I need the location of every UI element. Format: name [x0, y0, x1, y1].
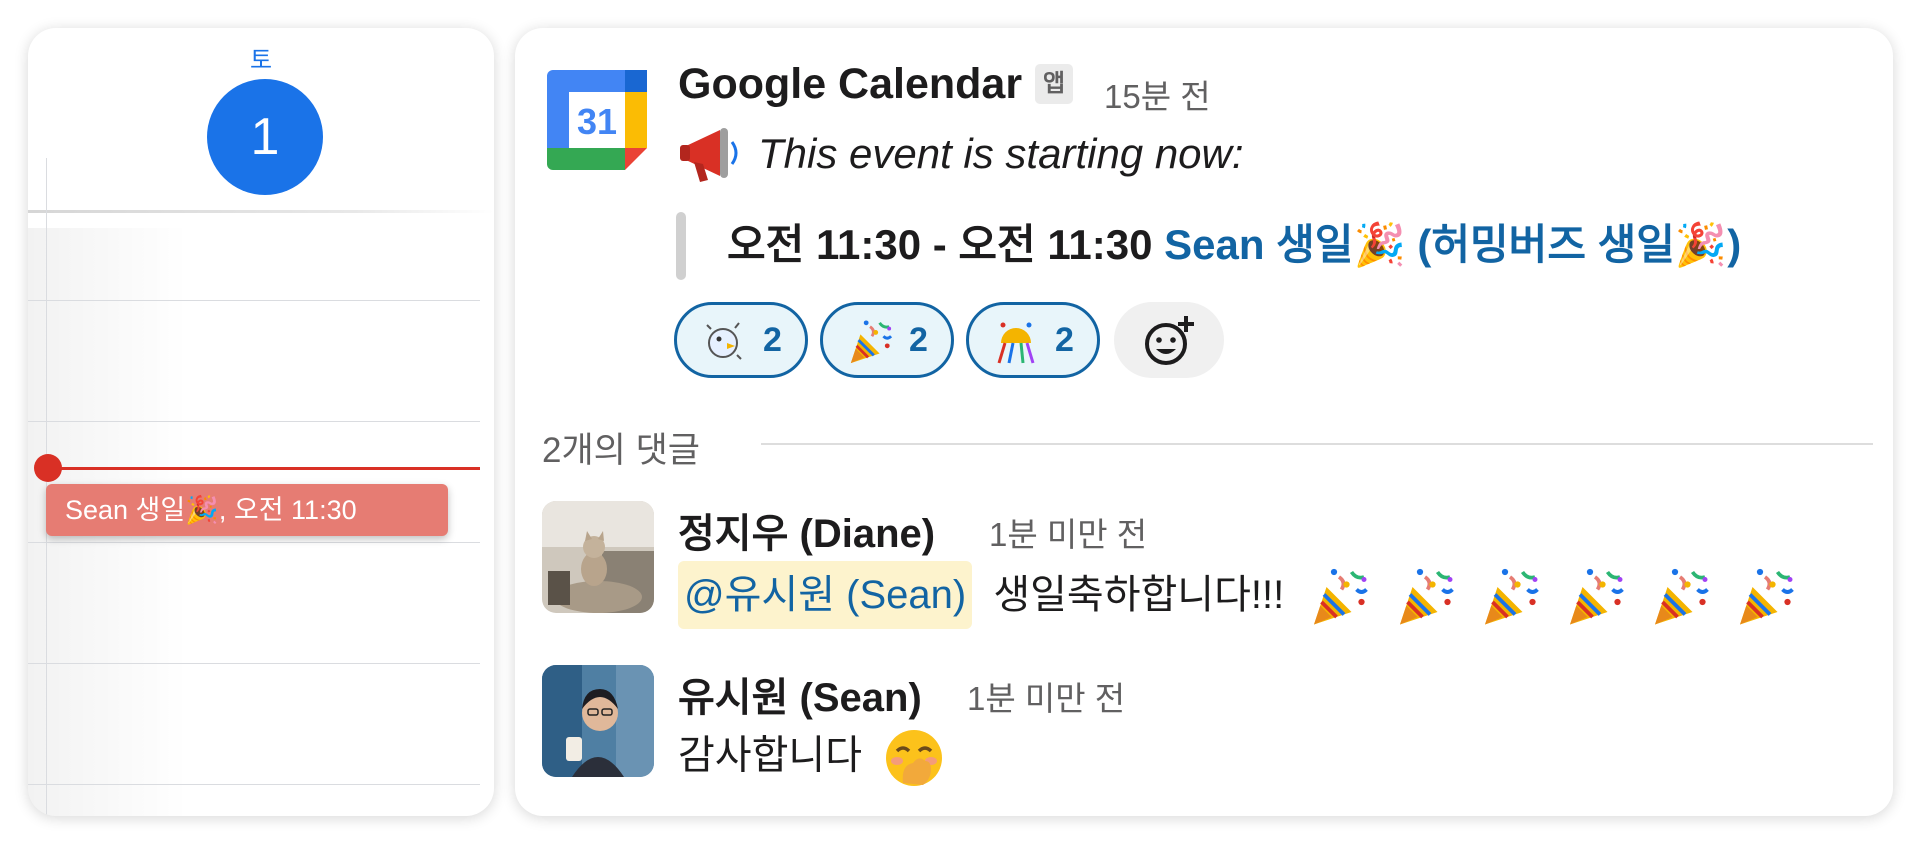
reaction-count: 2	[909, 321, 928, 359]
user-mention[interactable]: @유시원 (Sean)	[678, 561, 973, 629]
emoji-trail	[1295, 567, 1795, 627]
hand-over-mouth-icon	[886, 730, 943, 786]
hour-line	[28, 300, 480, 301]
reaction-count: 2	[763, 321, 782, 359]
event-title-link[interactable]: Sean 생일🎉 (허밍버즈 생일🎉)	[1164, 221, 1741, 268]
party-popper-icon	[1565, 567, 1625, 627]
party-popper-icon	[1395, 567, 1455, 627]
party-popper-icon	[847, 319, 893, 365]
google-calendar-icon[interactable]: 31	[547, 70, 647, 170]
party-popper-icon	[1480, 567, 1540, 627]
app-name[interactable]: Google Calendar	[678, 60, 1022, 109]
hour-line	[28, 421, 480, 422]
avatar[interactable]	[542, 665, 654, 777]
all-day-divider	[28, 210, 494, 213]
reply-timestamp[interactable]: 1분 미만 전	[967, 672, 1125, 720]
party-popper-icon	[1650, 567, 1710, 627]
hour-line	[28, 663, 480, 664]
add-reaction-button[interactable]	[1114, 302, 1224, 378]
megaphone-icon	[676, 120, 746, 190]
calendar-event-chip[interactable]: Sean 생일🎉, 오전 11:30	[46, 484, 448, 536]
reaction-pill[interactable]: 2	[820, 302, 954, 378]
reply-body: 감사합니다	[678, 727, 945, 789]
reply-author[interactable]: 유시원 (Sean)	[678, 665, 922, 723]
party-parrot-icon	[701, 319, 747, 365]
thread-divider	[761, 443, 1873, 445]
reaction-pill[interactable]: 2	[674, 302, 808, 378]
svg-text:31: 31	[577, 101, 617, 142]
reply-count-label[interactable]: 2개의 댓글	[542, 422, 700, 473]
avatar[interactable]	[542, 501, 654, 613]
event-intro-text: This event is starting now:	[758, 130, 1244, 177]
reaction-count: 2	[1055, 321, 1074, 359]
reply-author[interactable]: 정지우 (Diane)	[678, 501, 935, 559]
message-timestamp[interactable]: 15분 전	[1104, 70, 1211, 118]
day-of-week: 토	[249, 47, 273, 74]
reaction-pill[interactable]: 2	[966, 302, 1100, 378]
reply-timestamp[interactable]: 1분 미만 전	[989, 508, 1147, 556]
party-popper-icon	[1309, 567, 1369, 627]
calendar-panel: 토 1 Sean 생일🎉, 오전 11:30	[28, 28, 494, 816]
current-time-line	[46, 467, 480, 470]
current-time-dot	[34, 454, 62, 482]
app-badge: 앱	[1035, 64, 1074, 104]
hour-line	[28, 784, 480, 785]
hour-line	[28, 542, 480, 543]
event-summary: 오전 11:30 - 오전 11:30 Sean 생일🎉 (허밍버즈 생일🎉)	[727, 218, 1741, 272]
party-popper-icon	[1735, 567, 1795, 627]
reply-body: @유시원 (Sean) 생일축하합니다!!!	[678, 561, 1795, 629]
add-reaction-icon	[1145, 316, 1194, 365]
confetti-ball-icon	[993, 319, 1039, 365]
reply-text: 생일축하합니다!!!	[993, 573, 1285, 617]
message-panel: 31 Google Calendar 앱 15분 전 This event is…	[515, 28, 1893, 816]
event-time: 오전 11:30 - 오전 11:30	[727, 221, 1153, 268]
quote-bar	[676, 212, 686, 280]
reply-text: 감사합니다	[678, 733, 862, 778]
date-circle[interactable]: 1	[207, 79, 323, 195]
